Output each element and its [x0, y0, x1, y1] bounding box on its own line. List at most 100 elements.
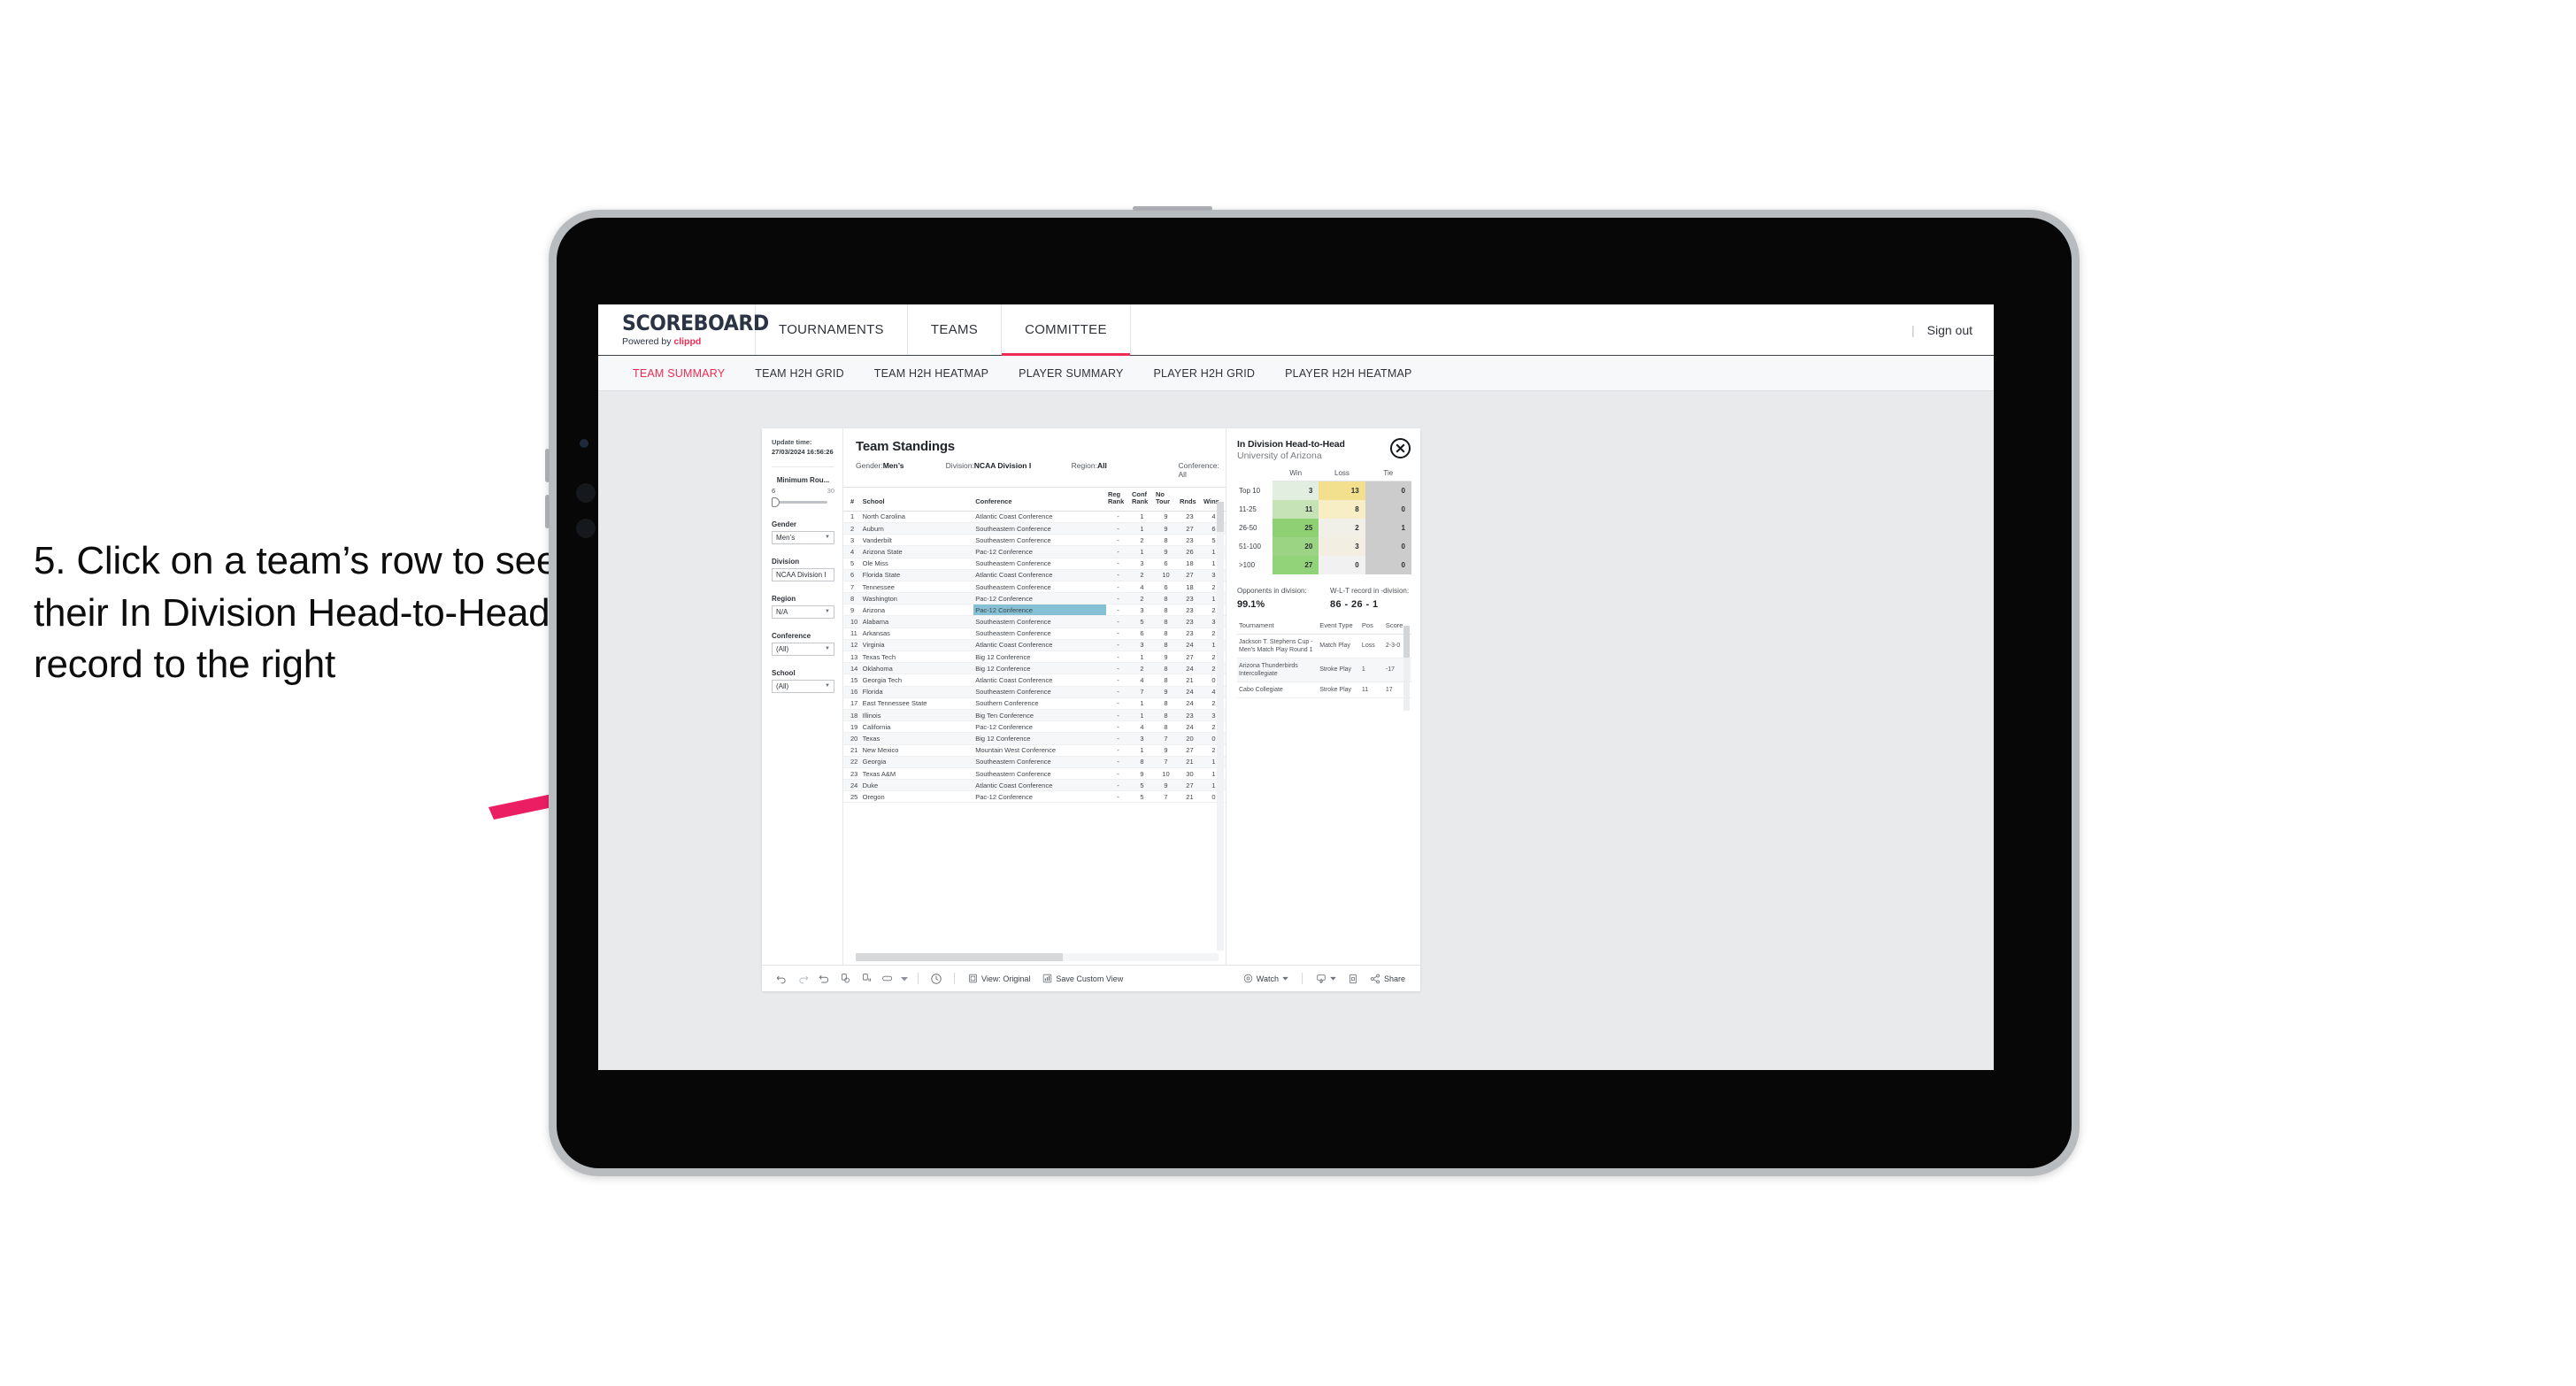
school-cell[interactable]: Alabama — [860, 615, 974, 628]
conference-cell[interactable]: Atlantic Coast Conference — [973, 639, 1106, 652]
conf-rank-cell[interactable]: 1 — [1129, 697, 1154, 710]
volume-down-button[interactable] — [545, 495, 550, 528]
conference-cell[interactable]: Pac-12 Conference — [973, 720, 1106, 734]
conference-cell[interactable]: Southeastern Conference — [973, 534, 1106, 547]
rank-cell[interactable]: 23 — [843, 767, 861, 781]
conf-rank-cell[interactable]: 8 — [1129, 756, 1154, 768]
school-cell[interactable]: Auburn — [860, 522, 974, 535]
rank-cell[interactable]: 13 — [843, 651, 861, 664]
rnds-cell[interactable]: 24 — [1177, 639, 1202, 652]
redo-icon[interactable] — [792, 969, 813, 989]
power-button[interactable] — [1133, 206, 1212, 211]
table-row[interactable]: 21 New Mexico Mountain West Conference -1 9 2… — [843, 744, 1226, 757]
no-tour-cell[interactable]: 10 — [1153, 569, 1178, 581]
rank-cell[interactable]: 12 — [843, 639, 861, 652]
rnds-cell[interactable]: 24 — [1177, 720, 1202, 734]
no-tour-cell[interactable]: 8 — [1153, 604, 1178, 617]
tab-team-h2h-heatmap[interactable]: TEAM H2H HEATMAP — [859, 367, 1003, 380]
rank-cell[interactable]: 5 — [843, 558, 861, 570]
conference-cell[interactable]: Big Ten Conference — [973, 709, 1106, 722]
reg-rank-cell[interactable]: - — [1105, 697, 1130, 710]
conference-cell[interactable]: Southeastern Conference — [973, 767, 1106, 781]
table-row[interactable]: 15 Georgia Tech Atlantic Coast Conference -… — [843, 674, 1226, 687]
school-cell[interactable]: Duke — [860, 779, 974, 792]
table-row[interactable]: 1 North Carolina Atlantic Coast Conference… — [843, 511, 1226, 523]
pause-updates-icon[interactable] — [856, 969, 877, 989]
table-row[interactable]: 6 Florida State Atlantic Coast Conference -… — [843, 569, 1226, 581]
table-row[interactable]: 11 Arkansas Southeastern Conference -6 8 23 2 — [843, 628, 1226, 640]
rank-cell[interactable]: 9 — [843, 604, 861, 617]
tab-player-summary[interactable]: PLAYER SUMMARY — [1003, 367, 1138, 380]
rnds-cell[interactable]: 27 — [1177, 744, 1202, 757]
rnds-cell[interactable]: 23 — [1177, 592, 1202, 605]
rank-cell[interactable]: 10 — [843, 615, 861, 628]
rnds-cell[interactable]: 18 — [1177, 558, 1202, 570]
rnds-cell[interactable]: 24 — [1177, 662, 1202, 675]
col-reg-rank[interactable]: Reg Rank — [1105, 488, 1130, 512]
standings-horizontal-thumb[interactable] — [856, 953, 1063, 961]
col-rank[interactable]: # — [843, 488, 861, 512]
conference-cell[interactable]: Big 12 Conference — [973, 662, 1106, 675]
table-row[interactable]: 4 Arizona State Pac-12 Conference -1 9 26 1 — [843, 545, 1226, 558]
no-tour-cell[interactable]: 6 — [1153, 558, 1178, 570]
col-conference[interactable]: Conference — [973, 488, 1106, 512]
no-tour-cell[interactable]: 9 — [1153, 511, 1178, 523]
download-button[interactable] — [1310, 974, 1342, 984]
volume-up-button[interactable] — [545, 449, 550, 482]
conference-cell[interactable]: Atlantic Coast Conference — [973, 779, 1106, 792]
revert-icon[interactable] — [813, 969, 834, 989]
rnds-cell[interactable]: 24 — [1177, 686, 1202, 698]
nav-item-tournaments[interactable]: TOURNAMENTS — [756, 304, 908, 355]
reg-rank-cell[interactable]: - — [1105, 756, 1130, 768]
reg-rank-cell[interactable]: - — [1105, 790, 1130, 804]
rank-cell[interactable]: 8 — [843, 592, 861, 605]
col-school[interactable]: School — [860, 488, 974, 512]
conference-cell[interactable]: Southeastern Conference — [973, 686, 1106, 698]
school-cell[interactable]: Illinois — [860, 709, 974, 722]
no-tour-cell[interactable]: 8 — [1153, 534, 1178, 547]
no-tour-cell[interactable]: 8 — [1153, 697, 1178, 710]
school-cell[interactable]: Ole Miss — [860, 558, 974, 570]
conf-rank-cell[interactable]: 1 — [1129, 511, 1154, 523]
conference-cell[interactable]: Southeastern Conference — [973, 558, 1106, 570]
reg-rank-cell[interactable]: - — [1105, 558, 1130, 570]
school-cell[interactable]: Arizona State — [860, 545, 974, 558]
school-cell[interactable]: Tennessee — [860, 581, 974, 594]
watch-button[interactable]: Watch — [1237, 974, 1295, 983]
reg-rank-cell[interactable]: - — [1105, 779, 1130, 792]
school-cell[interactable]: East Tennessee State — [860, 697, 974, 710]
school-cell[interactable]: New Mexico — [860, 744, 974, 757]
conference-select[interactable]: (All) ▼ — [772, 642, 834, 656]
conference-cell[interactable]: Mountain West Conference — [973, 744, 1106, 757]
table-row[interactable]: 13 Texas Tech Big 12 Conference -1 9 27 2 — [843, 651, 1226, 664]
nav-item-committee[interactable]: COMMITTEE — [1002, 304, 1131, 356]
rank-cell[interactable]: 20 — [843, 732, 861, 745]
school-select[interactable]: (All) ▼ — [772, 679, 834, 693]
rnds-cell[interactable]: 23 — [1177, 511, 1202, 523]
school-cell[interactable]: Arizona — [860, 604, 974, 617]
tab-player-h2h-grid[interactable]: PLAYER H2H GRID — [1139, 367, 1271, 380]
table-row[interactable]: 9 Arizona Pac-12 Conference -3 8 23 2 — [843, 604, 1226, 617]
conf-rank-cell[interactable]: 5 — [1129, 615, 1154, 628]
undo-icon[interactable] — [771, 969, 792, 989]
no-tour-cell[interactable]: 8 — [1153, 615, 1178, 628]
conference-cell[interactable]: Pac-12 Conference — [973, 790, 1106, 804]
table-row[interactable]: 8 Washington Pac-12 Conference -2 8 23 1 — [843, 592, 1226, 605]
conf-rank-cell[interactable]: 3 — [1129, 604, 1154, 617]
rank-cell[interactable]: 1 — [843, 511, 861, 523]
table-row[interactable]: 25 Oregon Pac-12 Conference -5 7 21 0 — [843, 790, 1226, 804]
school-cell[interactable]: Washington — [860, 592, 974, 605]
school-cell[interactable]: Vanderbilt — [860, 534, 974, 547]
rank-cell[interactable]: 18 — [843, 709, 861, 722]
tournament-row[interactable]: Cabo Collegiate Stroke Play 11 17 — [1237, 681, 1411, 698]
rank-cell[interactable]: 19 — [843, 720, 861, 734]
tournament-row[interactable]: Arizona Thunderbirds Intercollegiate Stro… — [1237, 658, 1411, 682]
conference-cell[interactable]: Big 12 Conference — [973, 732, 1106, 745]
reg-rank-cell[interactable]: - — [1105, 732, 1130, 745]
reg-rank-cell[interactable]: - — [1105, 674, 1130, 687]
table-row[interactable]: 22 Georgia Southeastern Conference -8 7 21 1 — [843, 756, 1226, 768]
no-tour-cell[interactable]: 9 — [1153, 744, 1178, 757]
table-row[interactable]: 5 Ole Miss Southeastern Conference -3 6 18 1 — [843, 558, 1226, 570]
reg-rank-cell[interactable]: - — [1105, 639, 1130, 652]
school-cell[interactable]: Virginia — [860, 639, 974, 652]
